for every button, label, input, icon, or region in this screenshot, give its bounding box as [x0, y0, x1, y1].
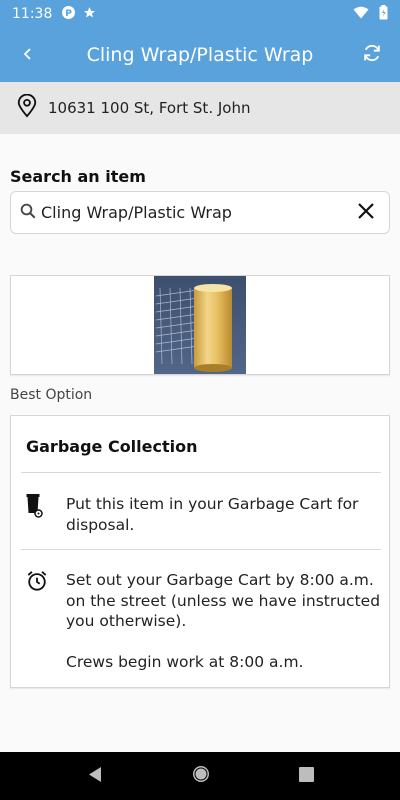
row-text: Set out your Garbage Cart by 8:00 a.m. o…: [66, 571, 381, 630]
nav-recents-icon[interactable]: [298, 766, 314, 786]
info-row: Set out your Garbage Cart by 8:00 a.m. o…: [26, 570, 381, 672]
best-option-label: Best Option: [10, 387, 93, 403]
clear-button[interactable]: [351, 198, 381, 228]
status-bar: 11:38 P: [0, 0, 400, 28]
clear-icon: [357, 202, 375, 224]
search-field: [10, 191, 390, 234]
refresh-button[interactable]: [344, 28, 400, 82]
alarm-clock-icon: [26, 571, 48, 596]
page-title: Cling Wrap/Plastic Wrap: [86, 44, 314, 66]
location-pin-icon: [16, 93, 38, 122]
battery-icon: [379, 4, 388, 24]
disposal-card: Garbage Collection Put this item in your…: [10, 415, 390, 688]
system-nav-bar: [0, 752, 400, 800]
row-note: Crews begin work at 8:00 a.m.: [66, 652, 304, 671]
search-icon: [19, 202, 37, 224]
back-arrow-icon: [22, 46, 34, 65]
card-title: Garbage Collection: [26, 437, 198, 456]
row-text: Put this item in your Garbage Cart for d…: [66, 495, 359, 534]
nav-back-icon[interactable]: [87, 766, 103, 787]
divider: [21, 472, 381, 473]
star-icon: [83, 6, 96, 23]
nav-home-icon[interactable]: [191, 764, 211, 788]
status-time: 11:38: [12, 6, 53, 22]
refresh-icon: [361, 42, 383, 68]
divider: [21, 549, 381, 550]
app-bar: Cling Wrap/Plastic Wrap: [0, 28, 400, 82]
svg-text:P: P: [66, 9, 73, 19]
location-address: 10631 100 St, Fort St. John: [48, 99, 251, 117]
location-bar[interactable]: 10631 100 St, Fort St. John: [0, 82, 400, 134]
product-image: [154, 276, 246, 374]
search-label: Search an item: [10, 167, 146, 186]
info-row: Put this item in your Garbage Cart for d…: [26, 494, 381, 535]
garbage-cart-icon: [26, 494, 44, 522]
wifi-icon: [353, 6, 369, 23]
parking-icon: P: [62, 5, 76, 23]
search-input[interactable]: [41, 203, 351, 222]
back-button[interactable]: [0, 28, 56, 82]
product-image-card: [10, 275, 390, 375]
